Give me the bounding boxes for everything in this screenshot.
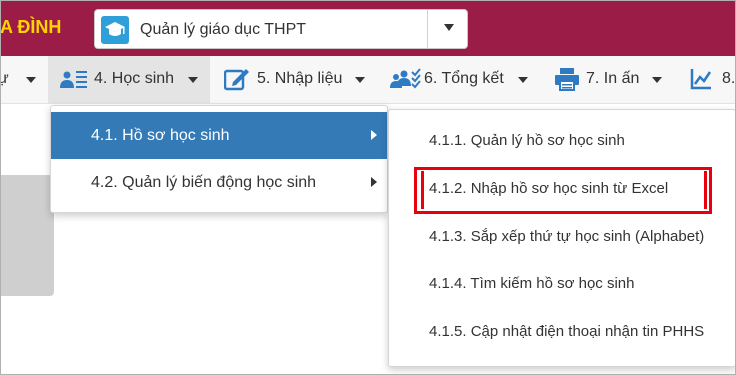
caret-down-icon	[518, 77, 528, 83]
app-select-value: Quản lý giáo dục THPT	[140, 21, 307, 38]
chevron-right-icon	[371, 177, 377, 187]
submenu-item-label: 4.1.5. Cập nhật điện thoại nhận tin PHHS	[429, 323, 705, 340]
printer-icon	[554, 67, 580, 96]
nav-item-summary[interactable]: 6. Tổng kết	[382, 56, 542, 103]
nav-item-label: 4. Học sinh	[94, 70, 175, 87]
highlight-annotation-bar-left	[421, 171, 424, 209]
menu-item-label: 4.1. Hồ sơ học sinh	[91, 127, 230, 144]
nav-item-next[interactable]: 8.	[686, 56, 736, 103]
nav-item-label: 6. Tổng kết	[424, 70, 504, 87]
students-dropdown-menu: 4.1. Hồ sơ học sinh 4.2. Quản lý biến độ…	[50, 105, 388, 213]
chevron-down-icon[interactable]	[444, 24, 454, 31]
nav-item-students[interactable]: 4. Học sinh	[48, 56, 210, 103]
group-check-icon	[390, 68, 422, 95]
caret-down-icon	[26, 77, 36, 83]
submenu-item-search-records[interactable]: 4.1.4. Tìm kiếm hồ sơ học sinh	[389, 261, 735, 309]
chevron-right-icon	[371, 130, 377, 140]
student-records-submenu: 4.1.1. Quản lý hồ sơ học sinh 4.1.2. Nhậ…	[388, 109, 736, 367]
students-list-icon	[60, 68, 88, 95]
nav-item-label: ự	[0, 70, 9, 87]
menu-item-label: 4.2. Quản lý biến động học sinh	[91, 174, 317, 191]
menu-item-student-changes[interactable]: 4.2. Quản lý biến động học sinh	[51, 159, 387, 206]
edit-icon	[223, 67, 250, 96]
nav-item-previous[interactable]: ự	[0, 56, 48, 103]
menu-item-student-records[interactable]: 4.1. Hồ sơ học sinh	[51, 112, 387, 159]
submenu-item-sort-alphabet[interactable]: 4.1.3. Sắp xếp thứ tự học sinh (Alphabet…	[389, 214, 735, 262]
caret-down-icon	[355, 77, 365, 83]
submenu-item-update-parent-phone[interactable]: 4.1.5. Cập nhật điện thoại nhận tin PHHS	[389, 309, 735, 357]
nav-item-printing[interactable]: 7. In ấn	[544, 56, 672, 103]
caret-down-icon	[652, 77, 662, 83]
top-header: A ĐÌNH Quản lý giáo dục THPT	[0, 0, 736, 56]
background-panel	[0, 175, 54, 296]
highlight-annotation-box	[414, 167, 712, 214]
select-divider	[427, 10, 428, 48]
main-navbar: ự 4. Học sinh 5. Nhập liệu 6. Tổng kết 7…	[0, 56, 736, 104]
app-module-select[interactable]: Quản lý giáo dục THPT	[94, 9, 468, 49]
nav-item-label: 8.	[722, 70, 736, 87]
submenu-item-label: 4.1.4. Tìm kiếm hồ sơ học sinh	[429, 275, 635, 292]
nav-item-label: 7. In ấn	[586, 70, 640, 87]
nav-item-data-entry[interactable]: 5. Nhập liệu	[212, 56, 382, 103]
submenu-item-label: 4.1.1. Quản lý hồ sơ học sinh	[429, 132, 625, 149]
graduation-cap-icon	[101, 16, 129, 44]
brand-text: A ĐÌNH	[0, 17, 62, 37]
submenu-item-label: 4.1.3. Sắp xếp thứ tự học sinh (Alphabet…	[429, 228, 705, 245]
highlight-annotation-bar-right	[704, 171, 707, 209]
line-chart-icon	[690, 68, 712, 95]
nav-item-label: 5. Nhập liệu	[257, 70, 343, 87]
submenu-item-manage-records[interactable]: 4.1.1. Quản lý hồ sơ học sinh	[389, 118, 735, 166]
caret-down-icon	[188, 77, 198, 83]
